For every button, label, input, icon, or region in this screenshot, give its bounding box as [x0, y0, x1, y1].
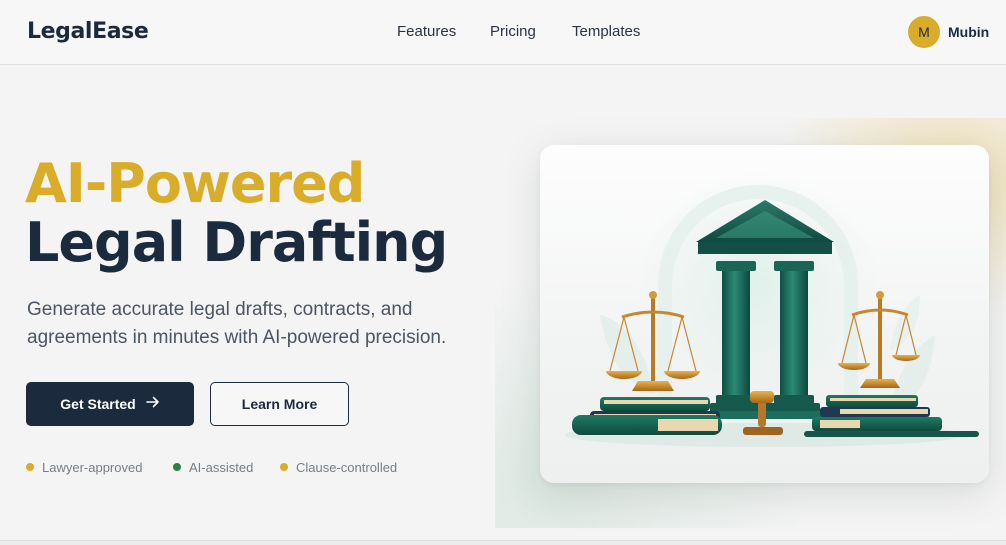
status-dot-gold: [280, 463, 288, 471]
column: [722, 271, 750, 403]
column-capital: [774, 261, 814, 271]
status-dot-gold: [26, 463, 34, 471]
learn-more-button[interactable]: Learn More: [210, 382, 349, 426]
get-started-label: Get Started: [60, 396, 136, 412]
nav-link-pricing[interactable]: Pricing: [490, 23, 536, 40]
column-capital: [716, 261, 756, 271]
leaf-shape: [890, 295, 920, 350]
feature-item-ai-assisted: AI-assisted: [173, 460, 253, 475]
column-base: [774, 395, 814, 405]
nav-link-features[interactable]: Features: [397, 23, 456, 40]
hero-illustration-card: [540, 145, 989, 483]
temple-entablature: [698, 242, 832, 254]
get-started-button[interactable]: Get Started: [26, 382, 194, 426]
justice-illustration: [565, 170, 979, 447]
top-navbar: LegalEase Features Pricing Templates M M…: [0, 0, 1006, 65]
nav-link-templates[interactable]: Templates: [572, 23, 640, 40]
user-name[interactable]: Mubin: [948, 24, 989, 40]
feature-list: Lawyer-approved AI-assisted Clause-contr…: [26, 460, 446, 478]
avatar[interactable]: M: [908, 16, 940, 48]
section-divider: [0, 540, 1006, 545]
column: [780, 271, 808, 403]
feature-item-clause-controlled: Clause-controlled: [280, 460, 397, 475]
book-stack-left: [572, 397, 722, 435]
arrow-right-icon: [145, 395, 160, 413]
hero-headline-main: Legal Drafting: [25, 211, 448, 274]
status-dot-green: [173, 463, 181, 471]
user-menu[interactable]: M Mubin: [908, 16, 1000, 48]
hero-subtext: Generate accurate legal drafts, contract…: [27, 299, 447, 348]
gavel-block: [743, 427, 783, 435]
nav-links: Features Pricing Templates: [0, 23, 1006, 43]
gavel-head: [750, 391, 774, 403]
hero-headline-accent: AI-Powered: [25, 152, 365, 215]
feature-item-lawyer-approved: Lawyer-approved: [26, 460, 142, 475]
book-stack-right: [804, 395, 979, 437]
